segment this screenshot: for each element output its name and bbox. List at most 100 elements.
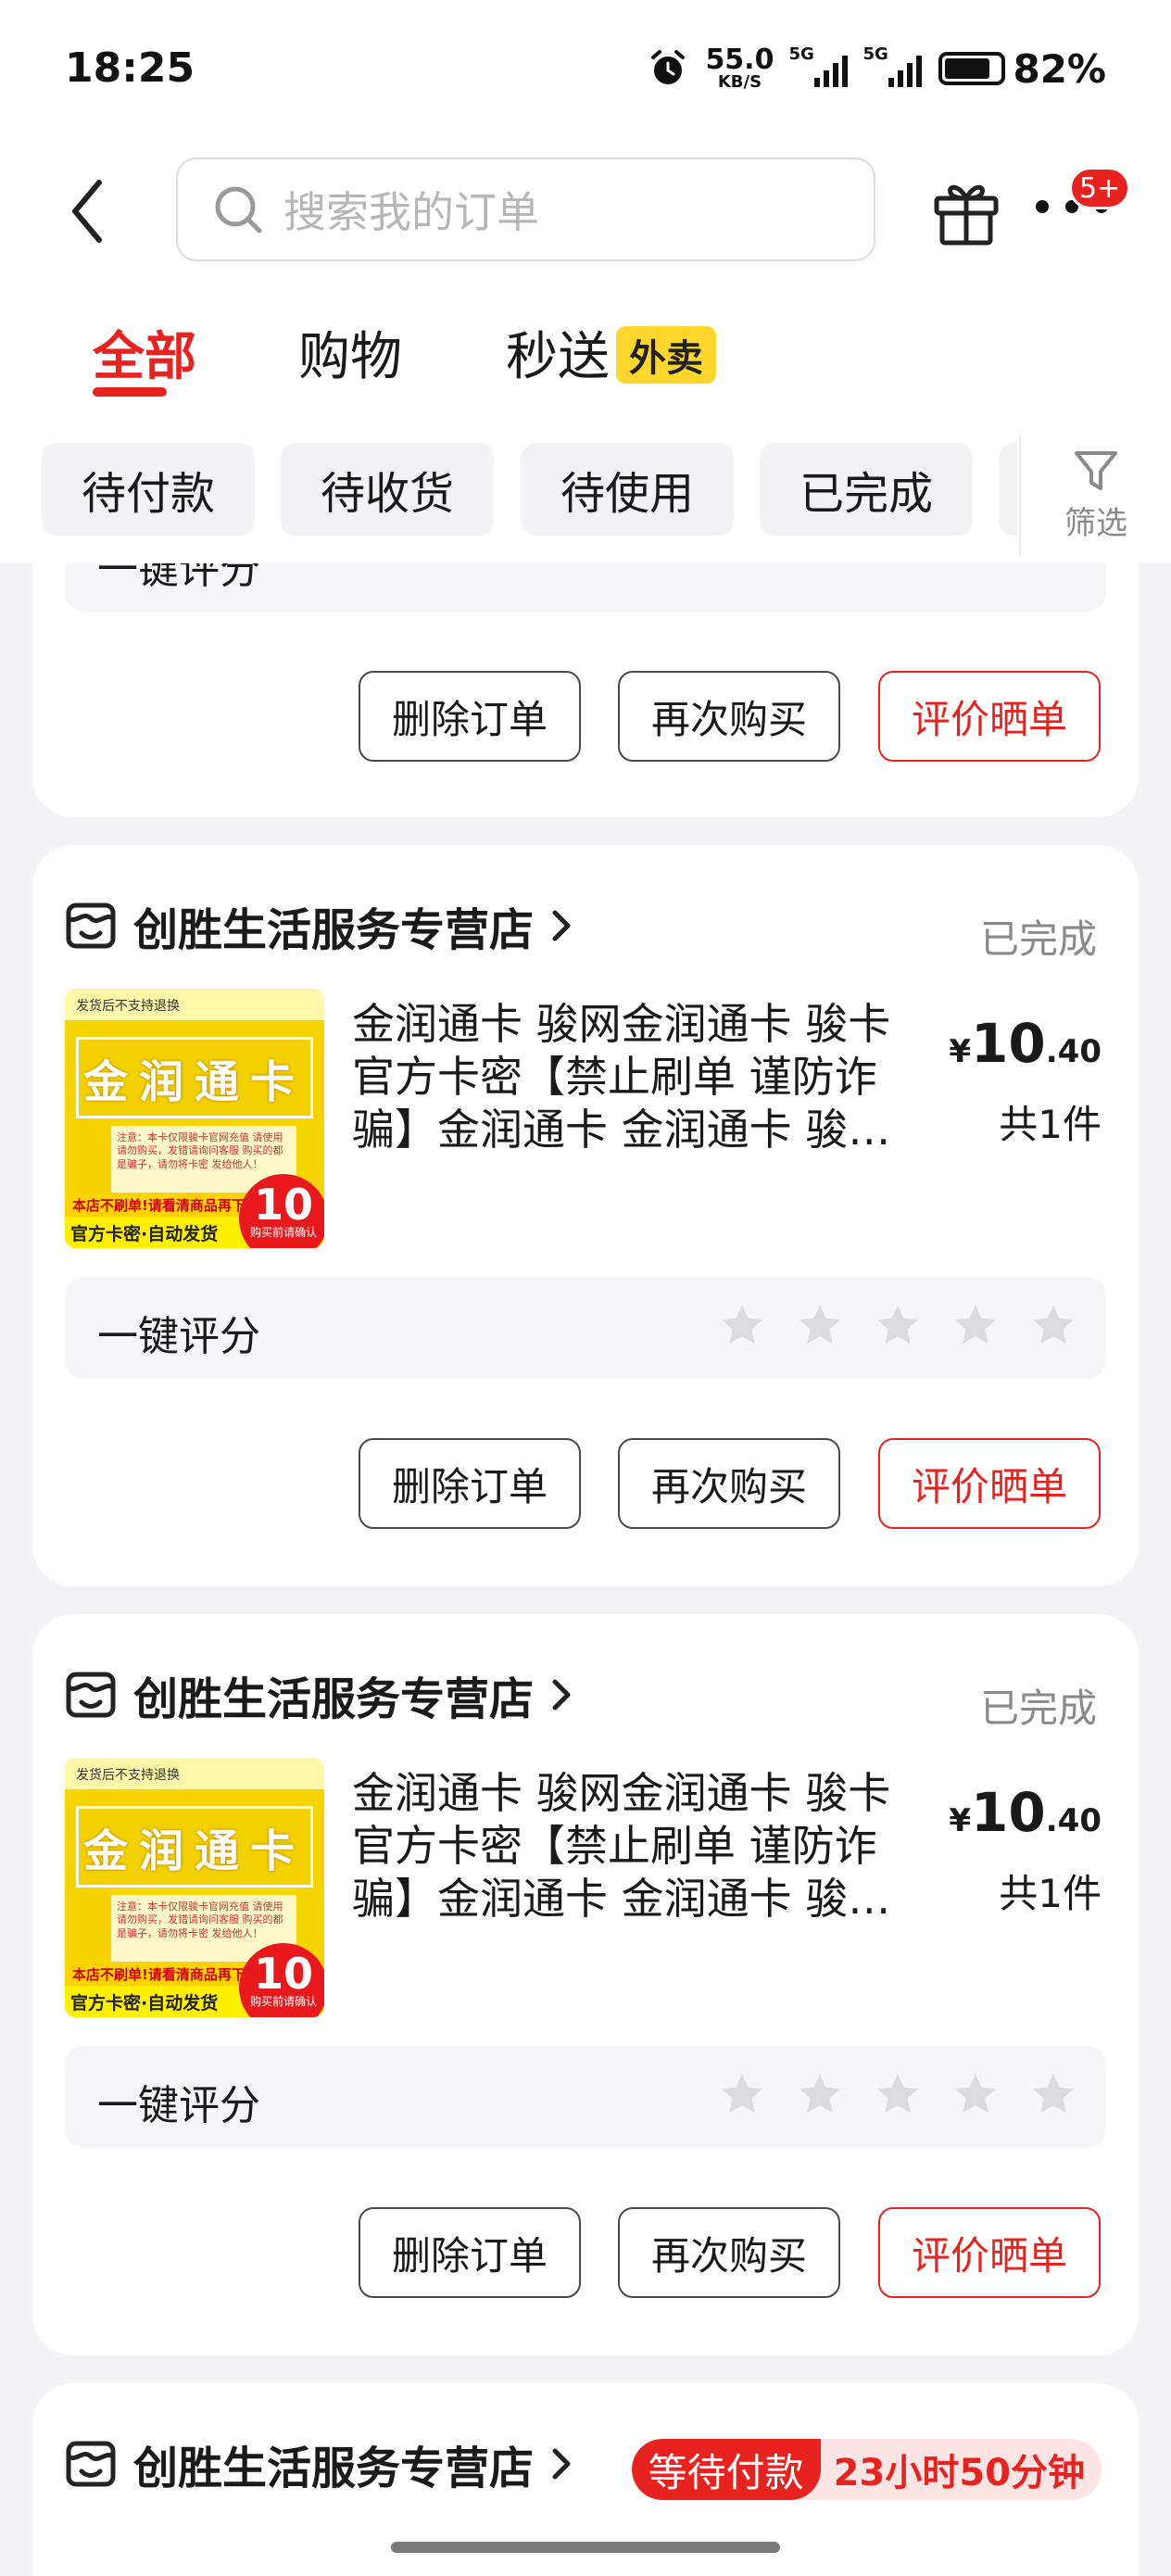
product-image-bottom: 官方卡密·自动发货 xyxy=(65,1217,250,1248)
review-order-button[interactable]: 评价晒单 xyxy=(878,671,1101,762)
home-indicator[interactable] xyxy=(391,2542,780,2553)
review-label: 一键评分 xyxy=(97,1313,260,1360)
signal-label: 5G xyxy=(788,44,814,64)
review-bar: 一键评分 xyxy=(65,1277,1106,1379)
price-currency: ¥ xyxy=(949,1033,972,1070)
tab-instant-delivery[interactable]: 秒送 xyxy=(506,315,610,390)
order-status: 已完成 xyxy=(979,916,1097,962)
star-icon[interactable] xyxy=(951,1301,1001,1351)
star-icon[interactable] xyxy=(717,2070,767,2120)
star-icon[interactable] xyxy=(795,1301,845,1351)
alarm-icon xyxy=(651,50,686,84)
product-image-title: 金润通卡 xyxy=(76,1037,313,1118)
delete-order-button[interactable]: 删除订单 xyxy=(359,1438,581,1529)
product-image[interactable]: 发货后不支持退换 金润通卡 注意：本卡仅限骏卡官网充值 请使用请勿购买，发错请询… xyxy=(65,989,324,1248)
takeout-tag: 外卖 xyxy=(616,326,716,384)
review-order-button[interactable]: 评价晒单 xyxy=(878,2207,1101,2298)
product-image[interactable]: 发货后不支持退换 金润通卡 注意：本卡仅限骏卡官网充值 请使用请勿购买，发错请询… xyxy=(65,1758,324,2017)
price-integer: 10 xyxy=(971,1012,1046,1075)
store-icon xyxy=(66,1672,116,1718)
signal-5g-icon: 5G xyxy=(788,44,849,87)
star-icon[interactable] xyxy=(873,2070,923,2120)
status-filter-chips: 待付款 待收货 待使用 已完成 筛选 xyxy=(0,436,1171,563)
rating-stars xyxy=(717,2070,1078,2120)
price-currency: ¥ xyxy=(949,1802,972,1839)
chip-pending-payment[interactable]: 待付款 xyxy=(42,443,255,536)
pay-status: 等待付款 xyxy=(631,2439,821,2500)
product-image-top-note: 发货后不支持退换 xyxy=(65,1758,324,1789)
search-icon xyxy=(215,186,262,234)
buy-again-button[interactable]: 再次购买 xyxy=(618,1438,840,1529)
star-icon[interactable] xyxy=(795,2070,845,2120)
store-link[interactable]: 创胜生活服务专营店 xyxy=(65,2431,573,2496)
store-name: 创胜生活服务专营店 xyxy=(133,904,535,956)
buy-again-button[interactable]: 再次购买 xyxy=(618,671,840,762)
pay-countdown: 23小时50分钟 xyxy=(833,2452,1085,2494)
product-image-badge-num: 10 xyxy=(253,1949,313,1999)
status-time: 18:25 xyxy=(65,44,195,92)
store-name: 创胜生活服务专营店 xyxy=(133,2443,535,2494)
star-icon[interactable] xyxy=(873,1301,923,1351)
store-icon xyxy=(66,2441,116,2487)
net-speed-unit: KB/S xyxy=(717,72,762,92)
price-decimal: .40 xyxy=(1045,1033,1102,1070)
search-row: 搜索我的订单 5+ xyxy=(0,139,1171,278)
star-icon[interactable] xyxy=(717,1301,767,1351)
battery-icon xyxy=(938,52,1006,85)
star-icon[interactable] xyxy=(951,2070,1001,2120)
product-image-badge-num: 10 xyxy=(253,1180,313,1230)
status-icons: 55.0 KB/S 5G 5G 82% xyxy=(648,41,1106,96)
chip-next-partial[interactable] xyxy=(999,443,1017,536)
payment-countdown-badge: 等待付款 23小时50分钟 xyxy=(631,2439,1102,2500)
tab-all[interactable]: 全部 xyxy=(93,315,196,390)
star-icon[interactable] xyxy=(1028,1301,1078,1351)
buy-again-button[interactable]: 再次购买 xyxy=(618,2207,840,2298)
review-order-button[interactable]: 评价晒单 xyxy=(878,1438,1101,1529)
battery-indicator: 82% xyxy=(938,46,1106,92)
store-icon xyxy=(66,903,116,949)
delete-order-button[interactable]: 删除订单 xyxy=(359,671,581,762)
product-title[interactable]: 金润通卡 骏网金润通卡 骏卡官方卡密【禁止刷单 谨防诈骗】金润通卡 金润通卡 骏… xyxy=(352,998,908,1156)
gift-button[interactable] xyxy=(931,174,1001,248)
more-button[interactable]: 5+ xyxy=(1036,167,1131,241)
rating-stars xyxy=(717,1301,1078,1351)
tab-shopping[interactable]: 购物 xyxy=(298,315,402,390)
top-bar: 18:25 55.0 KB/S 5G 5G 82% 搜索我的订单 5+ 全部 购… xyxy=(0,0,1171,563)
chip-pending-receipt[interactable]: 待收货 xyxy=(281,443,494,536)
chevron-left-icon xyxy=(72,180,102,243)
filter-icon xyxy=(1075,450,1117,490)
chip-pending-use[interactable]: 待使用 xyxy=(521,443,734,536)
order-card: 创胜生活服务专营店 已完成 发货后不支持退换 金润通卡 注意：本卡仅限骏卡官网充… xyxy=(32,1614,1139,2355)
review-label: 一键评分 xyxy=(97,2082,260,2129)
gift-icon xyxy=(934,184,999,246)
product-price: ¥ 10 .40 xyxy=(949,1012,1102,1075)
product-quantity: 共1件 xyxy=(999,1102,1102,1147)
signal-5g-secondary-icon: 5G xyxy=(863,44,923,87)
product-title[interactable]: 金润通卡 骏网金润通卡 骏卡官方卡密【禁止刷单 谨防诈骗】金润通卡 金润通卡 骏… xyxy=(352,1767,908,1926)
star-icon[interactable] xyxy=(1028,2070,1078,2120)
product-image-badge-sub: 购买前请确认 xyxy=(249,1226,317,1239)
net-speed: 55.0 KB/S xyxy=(705,46,774,91)
chevron-right-icon xyxy=(552,1679,571,1711)
delete-order-button[interactable]: 删除订单 xyxy=(359,2207,581,2298)
product-image-bottom: 官方卡密·自动发货 xyxy=(65,1986,250,2017)
chevron-right-icon xyxy=(552,2448,571,2480)
store-link[interactable]: 创胜生活服务专营店 xyxy=(65,893,573,958)
signal-label-2: 5G xyxy=(863,44,888,64)
store-link[interactable]: 创胜生活服务专营店 xyxy=(65,1662,573,1727)
search-placeholder: 搜索我的订单 xyxy=(283,187,539,237)
review-bar: 一键评分 xyxy=(65,2046,1106,2148)
chevron-right-icon xyxy=(552,910,571,941)
main-tabs: 全部 购物 秒送 外卖 xyxy=(0,306,1171,408)
search-input[interactable]: 搜索我的订单 xyxy=(176,158,875,261)
product-image-badge-sub: 购买前请确认 xyxy=(249,1995,317,2008)
chip-completed[interactable]: 已完成 xyxy=(760,443,973,536)
product-image-title: 金润通卡 xyxy=(76,1806,313,1888)
filter-button[interactable]: 筛选 xyxy=(1019,436,1171,556)
status-bar: 18:25 55.0 KB/S 5G 5G 82% xyxy=(0,0,1171,139)
net-speed-value: 55.0 xyxy=(705,44,774,76)
battery-percent: 82% xyxy=(1013,45,1106,92)
back-button[interactable] xyxy=(56,174,120,248)
order-status: 已完成 xyxy=(979,1686,1097,1731)
store-name: 创胜生活服务专营店 xyxy=(133,1673,535,1725)
